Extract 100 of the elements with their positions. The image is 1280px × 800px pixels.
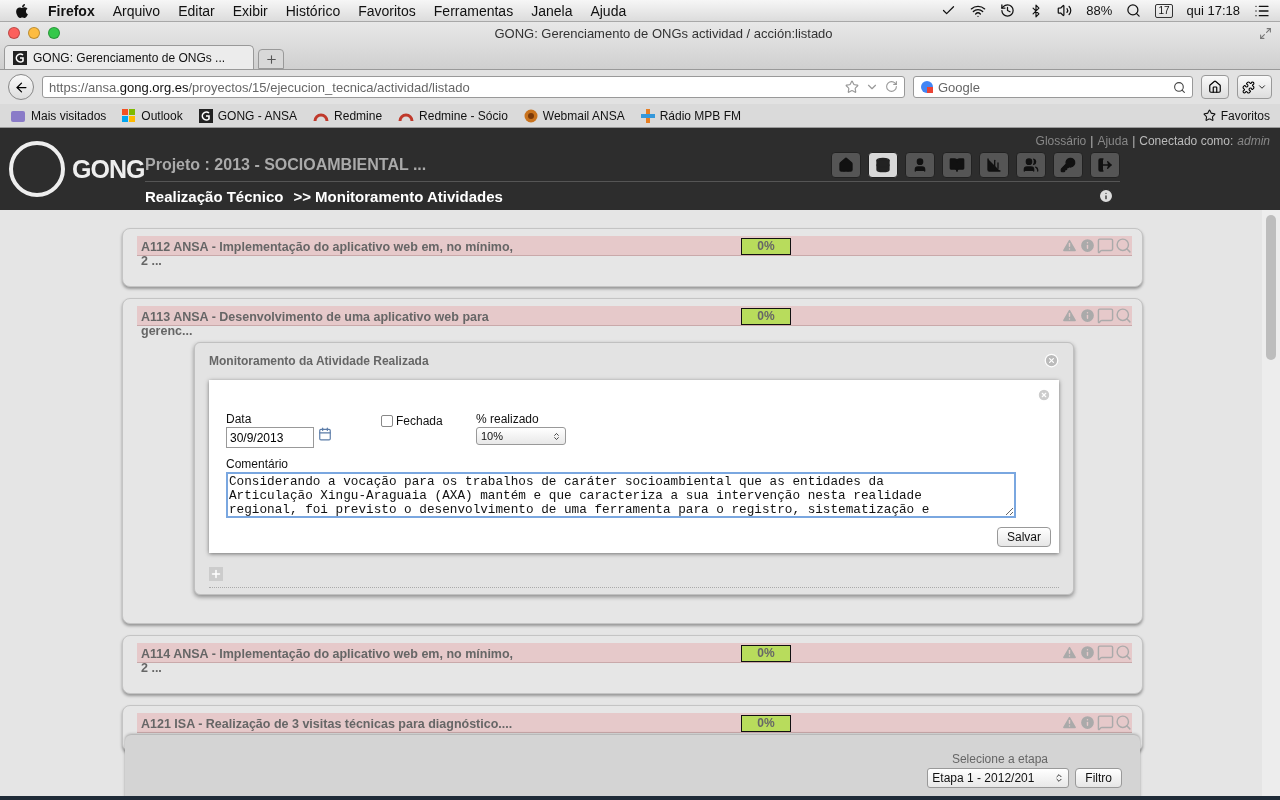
reload-icon[interactable] (885, 80, 898, 93)
browser-tab[interactable]: GONG: Gerenciamento de ONGs ... (4, 45, 254, 69)
breadcrumb-item[interactable]: Realização Técnico (145, 187, 284, 205)
bookmark[interactable]: Webmail ANSA (523, 108, 625, 123)
star-icon[interactable] (845, 80, 859, 94)
database-nav-button[interactable] (868, 151, 898, 178)
volume-icon[interactable] (1057, 3, 1073, 18)
chart-nav-button[interactable] (979, 151, 1009, 178)
bookmark[interactable]: Outlook (122, 108, 183, 123)
puzzle-icon (1242, 80, 1255, 94)
bookmark[interactable]: Mais visitados (10, 108, 107, 123)
comment-icon[interactable] (1097, 307, 1114, 324)
menu-item[interactable]: Arquivo (112, 2, 161, 19)
window-title: GONG: Gerenciamento de ONGs actividad / acción:listado (493, 25, 834, 41)
filter-button[interactable]: Filtro (1075, 768, 1122, 788)
search-icon[interactable] (1126, 3, 1142, 18)
info-icon[interactable] (1098, 188, 1114, 204)
menu-item[interactable]: Favoritos (358, 2, 416, 19)
project-title: Projeto : 2013 - SOCIOAMBIENTAL ... (145, 155, 428, 174)
menu-item[interactable]: Ferramentas (433, 2, 514, 19)
url-field[interactable]: https://ansa.gong.org.es/proyectos/15/ejecucion_tecnica/actividad/listado (42, 76, 905, 98)
panel-title: Monitoramento da Atividade Realizada (209, 353, 429, 368)
user-name: admin (1237, 134, 1270, 148)
zoom-light[interactable] (48, 27, 60, 39)
warning-icon[interactable] (1061, 714, 1078, 731)
stepper-icon (552, 431, 561, 441)
date-field[interactable]: 30/9/2013 (226, 427, 314, 448)
comment-icon[interactable] (1097, 714, 1114, 731)
field-label: % realizado (476, 412, 540, 426)
home-nav-button[interactable] (831, 151, 861, 178)
user-icon (912, 156, 928, 173)
date-badge[interactable]: 17 (1155, 3, 1173, 18)
progress-badge: 0% (741, 308, 791, 325)
logo-text: GONG (72, 154, 145, 184)
g-letter-icon (13, 50, 27, 65)
book-icon (949, 156, 965, 173)
stage-label: Selecione a etapa (951, 752, 1048, 766)
activity-header[interactable]: A112 ANSA - Implementação do aplicativo web em, no mínimo, 2 ... 0% (137, 236, 1132, 268)
calendar-icon[interactable] (318, 427, 332, 441)
home-button[interactable] (1201, 75, 1229, 99)
database-icon (875, 156, 891, 173)
caret-icon (1257, 82, 1267, 92)
progress-badge: 0% (741, 645, 791, 662)
exit-nav-button[interactable] (1090, 151, 1120, 178)
bookmark[interactable]: Redmine (313, 108, 383, 123)
chart-icon (986, 156, 1002, 173)
activity-title: A112 ANSA - Implementação do aplicativo web em, no mínimo, 2 ... (140, 239, 515, 268)
checkbox[interactable] (381, 415, 393, 427)
header-link[interactable]: Ajuda (1097, 134, 1129, 148)
users-icon (1023, 156, 1039, 173)
menu-item[interactable]: Ajuda (590, 2, 627, 19)
users-nav-button[interactable] (1016, 151, 1046, 178)
plus-icon (264, 52, 278, 66)
percent-select[interactable]: 10% (476, 427, 566, 445)
favorites-button[interactable]: Favoritos (1202, 108, 1270, 123)
minimize-light[interactable] (28, 27, 40, 39)
save-button[interactable]: Salvar (997, 527, 1051, 547)
apple-icon[interactable] (14, 2, 30, 19)
key-nav-button[interactable] (1053, 151, 1083, 178)
comment-icon[interactable] (1097, 237, 1114, 254)
new-tab-button[interactable] (258, 49, 284, 69)
warning-icon[interactable] (1061, 644, 1078, 661)
back-button[interactable] (8, 74, 34, 100)
menu-item[interactable]: Editar (178, 2, 215, 19)
addon-button[interactable] (1237, 75, 1272, 99)
menu-item[interactable]: Firefox (48, 2, 95, 19)
fullscreen-icon[interactable] (1259, 26, 1272, 40)
menu-item[interactable]: Histórico (285, 2, 341, 19)
field-label: Data (226, 412, 253, 426)
tiles-icon (122, 108, 137, 123)
search-field[interactable]: Google (913, 76, 1193, 98)
warning-icon[interactable] (1061, 307, 1078, 324)
menu-item[interactable]: Janela (531, 2, 573, 19)
header-link[interactable]: Glossário (1035, 134, 1087, 148)
connected-label: Conectado como: (1139, 134, 1234, 148)
menu-item[interactable]: Exibir (232, 2, 268, 19)
user-nav-button[interactable] (905, 151, 935, 178)
clock-text: qui 17:18 (1186, 3, 1240, 18)
globe-icon (523, 108, 538, 123)
bookmark[interactable]: Rádio MPB FM (640, 108, 741, 123)
breadcrumb-item[interactable]: >> Monitoramento Atividades (293, 187, 503, 205)
home-icon (1208, 80, 1222, 94)
clock-icon[interactable] (1000, 3, 1016, 18)
stage-select[interactable]: Etapa 1 - 2012/201 (927, 768, 1070, 788)
warning-icon[interactable] (1061, 237, 1078, 254)
search-engine-icon[interactable] (920, 80, 934, 94)
activity-header[interactable]: A113 ANSA - Desenvolvimento de uma aplicativo web para gerenc... 0% (137, 306, 1132, 338)
bookmark[interactable]: GONG - ANSA (198, 108, 298, 123)
close-icon[interactable] (1044, 353, 1059, 368)
folder-icon (10, 108, 26, 123)
activity-header[interactable]: A121 ISA - Realização de 3 visitas técnicas para diagnóstico.... 0% (137, 713, 1132, 733)
comment-icon[interactable] (1097, 644, 1114, 661)
close-light[interactable] (8, 27, 20, 39)
link-separator: | (1132, 134, 1136, 148)
bookmark[interactable]: Redmine - Sócio (398, 108, 508, 123)
activity-header[interactable]: A114 ANSA - Implementação do aplicativo web em, no mínimo, 2 ... 0% (137, 643, 1132, 675)
close-icon[interactable] (1037, 388, 1051, 402)
add-icon[interactable] (209, 567, 223, 581)
book-nav-button[interactable] (942, 151, 972, 178)
comment-field[interactable]: Considerando a vocação para os trabalhos de caráter socioambiental que as entidades da Articulação Xingu-Araguaia (AXA) mantém e que caracteriza a sua intervenção nesta realidade regional, foi previsto o desenvolvimento de uma ferramenta para o registro, sistematização e (226, 472, 1016, 518)
